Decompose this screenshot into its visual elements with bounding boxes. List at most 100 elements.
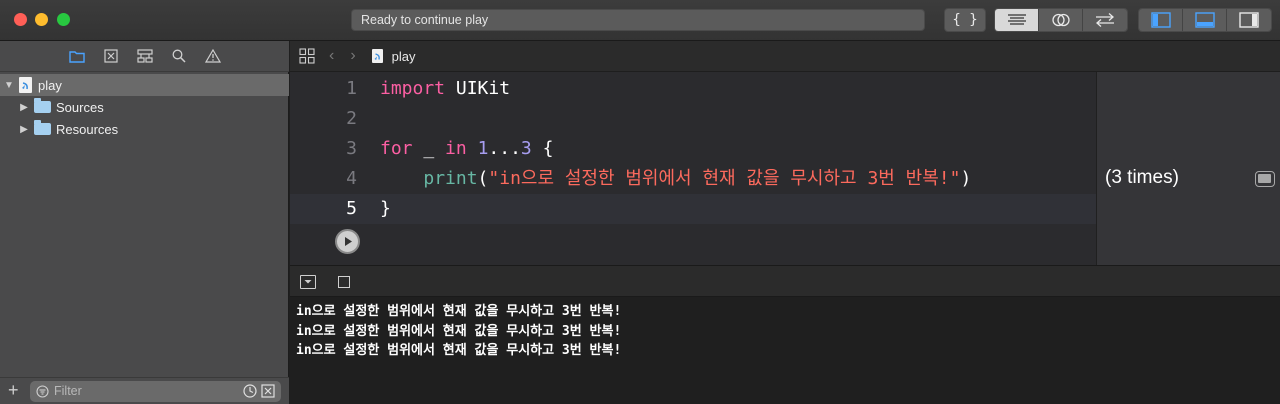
folder-icon xyxy=(34,120,51,135)
brace-token: { xyxy=(531,138,554,159)
code-line-4: 4 print("in으로 설정한 범위에서 현재 값을 무시하고 3번 반복!… xyxy=(290,164,1096,194)
toggle-inspector-button[interactable] xyxy=(1227,9,1271,31)
disclosure-closed-icon[interactable]: ▶ xyxy=(18,124,30,135)
number-token: 3 xyxy=(520,138,532,159)
disclosure-closed-icon[interactable]: ▶ xyxy=(18,102,30,113)
navigator-filter-bar: + Filter xyxy=(0,377,289,404)
folder-icon xyxy=(68,51,85,63)
zoom-window-button[interactable] xyxy=(57,13,70,26)
version-editor-button[interactable] xyxy=(1083,9,1127,31)
related-items-icon[interactable] xyxy=(299,48,315,64)
tree-item-label: Sources xyxy=(56,99,104,115)
close-window-button[interactable] xyxy=(14,13,27,26)
editor-jump-bar: ‹ › play xyxy=(290,41,1280,72)
quick-look-button[interactable] xyxy=(1255,171,1275,187)
paren-token: ) xyxy=(960,168,972,189)
project-navigator: ▼ play ▶ Sources ▶ Resources + Filter xyxy=(0,41,289,404)
window-toolbar: Ready to continue play { } xyxy=(0,0,1280,41)
keyword-token: import xyxy=(380,78,446,99)
toggle-debug-button[interactable] xyxy=(1183,9,1227,31)
line-number: 2 xyxy=(346,108,357,129)
playground-file-icon xyxy=(371,49,383,63)
play-icon xyxy=(344,237,352,246)
show-result-icon xyxy=(1258,174,1271,183)
library-button[interactable]: { } xyxy=(944,8,986,32)
run-playground-button[interactable] xyxy=(335,229,360,254)
string-token: "in으로 설정한 범위에서 현재 값을 무시하고 3번 반복!" xyxy=(488,168,961,189)
keyword-token: for xyxy=(380,138,413,159)
braces-icon: { } xyxy=(952,12,978,28)
source-control-filter-icon[interactable] xyxy=(261,384,275,398)
line-number: 5 xyxy=(346,198,357,219)
minimize-window-button[interactable] xyxy=(35,13,48,26)
code-line-2: 2 xyxy=(290,104,1096,134)
filter-placeholder: Filter xyxy=(54,384,82,398)
console-output[interactable]: in으로 설정한 범위에서 현재 값을 무시하고 3번 반복! in으로 설정한… xyxy=(290,297,1280,404)
tree-item-play[interactable]: ▼ play xyxy=(0,74,289,96)
tree-item-label: Resources xyxy=(56,121,119,137)
indent-token xyxy=(380,168,423,189)
status-text: Ready to continue play xyxy=(361,13,489,27)
number-token: 1 xyxy=(477,138,489,159)
chevron-down-icon xyxy=(304,280,312,284)
tree-item-label: play xyxy=(38,77,62,93)
tree-item-sources[interactable]: ▶ Sources xyxy=(0,96,289,118)
back-icon[interactable]: ‹ xyxy=(329,47,334,65)
issue-navigator-tab[interactable] xyxy=(203,46,223,66)
code-editor[interactable]: 1 import UIKit 2 3 for _ in 1...3 { 4 pr… xyxy=(290,72,1096,265)
filter-icon xyxy=(36,385,49,398)
breadcrumb-file[interactable]: play xyxy=(392,49,416,64)
identifier-token: _ xyxy=(412,138,446,159)
result-value-line-4[interactable]: (3 times) xyxy=(1105,167,1179,189)
disclosure-open-icon[interactable]: ▼ xyxy=(3,80,15,91)
symbol-navigator-tab[interactable] xyxy=(135,46,155,66)
operator-token: ... xyxy=(488,138,521,159)
assistant-editor-button[interactable] xyxy=(1039,9,1083,31)
source-control-navigator-tab[interactable] xyxy=(101,46,121,66)
keyword-token: in xyxy=(445,138,467,159)
project-navigator-tab[interactable] xyxy=(67,46,87,66)
x-square-icon xyxy=(103,49,118,63)
warning-icon xyxy=(204,49,221,63)
toggle-inspector-icon xyxy=(1239,12,1259,28)
identifier-token: UIKit xyxy=(445,78,511,99)
find-navigator-tab[interactable] xyxy=(169,46,189,66)
recent-files-icon[interactable] xyxy=(243,384,257,398)
results-sidebar: (3 times) xyxy=(1096,72,1280,265)
search-icon xyxy=(172,49,186,63)
editor-mode-control xyxy=(994,8,1128,32)
console-line: in으로 설정한 범위에서 현재 값을 무시하고 3번 반복! xyxy=(296,304,622,319)
stop-button[interactable] xyxy=(338,276,350,288)
folder-icon xyxy=(34,98,51,113)
paren-token: ( xyxy=(477,168,489,189)
line-number: 1 xyxy=(346,78,357,99)
standard-editor-button[interactable] xyxy=(995,9,1039,31)
hierarchy-icon xyxy=(136,49,153,63)
add-icon[interactable]: + xyxy=(8,380,19,401)
function-token: print xyxy=(423,168,478,189)
toggle-navigator-icon xyxy=(1150,12,1171,28)
filter-input[interactable]: Filter xyxy=(30,381,281,402)
toggle-debug-icon xyxy=(1194,12,1215,28)
activity-status: Ready to continue play xyxy=(351,9,925,31)
standard-editor-icon xyxy=(1007,14,1026,25)
line-number: 4 xyxy=(346,168,357,189)
debug-area-bar xyxy=(290,265,1280,297)
toggle-navigator-button[interactable] xyxy=(1139,9,1183,31)
playground-file-icon xyxy=(19,77,32,93)
brace-token: } xyxy=(380,198,391,219)
tree-item-resources[interactable]: ▶ Resources xyxy=(0,118,289,140)
console-line: in으로 설정한 범위에서 현재 값을 무시하고 3번 반복! xyxy=(296,323,622,339)
code-line-5: 5 } xyxy=(290,194,1096,224)
console-line: in으로 설정한 범위에서 현재 값을 무시하고 3번 반복! xyxy=(296,343,622,358)
assistant-editor-icon xyxy=(1051,13,1070,27)
code-line-3: 3 for _ in 1...3 { xyxy=(290,134,1096,164)
hide-debug-area-button[interactable] xyxy=(300,275,316,289)
version-editor-icon xyxy=(1096,13,1114,27)
line-number: 3 xyxy=(346,138,357,159)
forward-icon[interactable]: › xyxy=(350,47,355,65)
navigator-selector-bar xyxy=(0,41,289,72)
view-toggle-control xyxy=(1138,8,1272,32)
code-line-1: 1 import UIKit xyxy=(290,74,1096,104)
